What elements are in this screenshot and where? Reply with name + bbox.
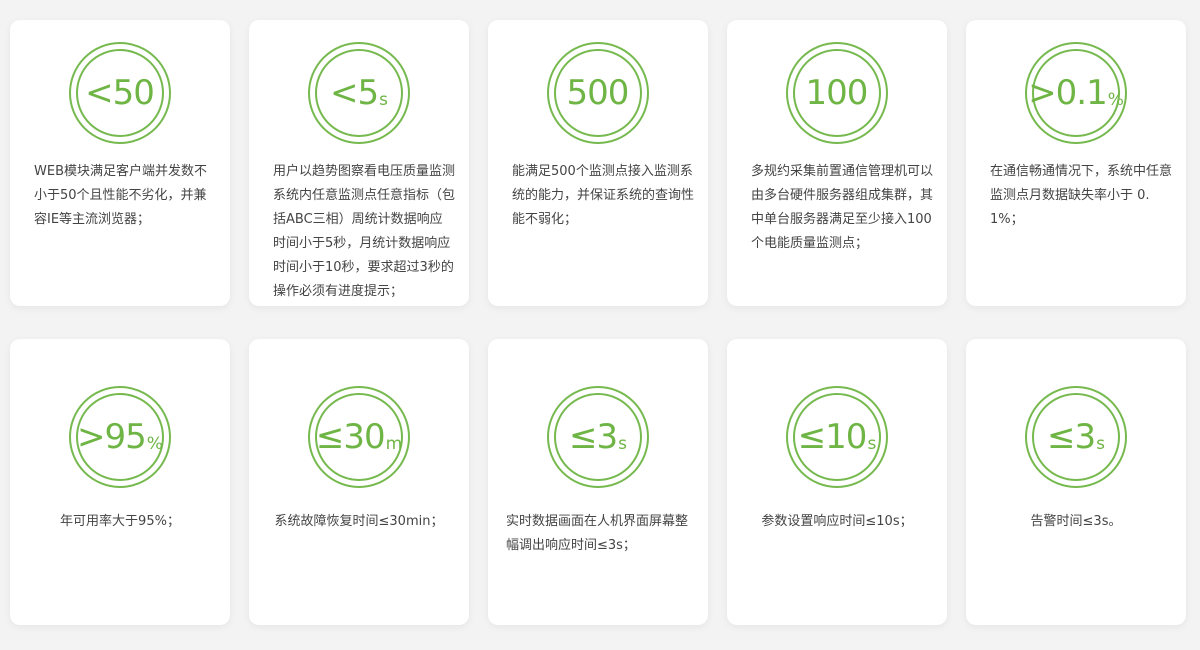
- metric-ring: ≤30 m: [308, 386, 410, 488]
- metric-card-monitoring-points: 500 能满足500个监测点接入监测系统的能力，并保证系统的查询性能不弱化；: [488, 20, 708, 306]
- metric-value: >0.1%: [1027, 44, 1125, 142]
- metric-description: 系统故障恢复时间≤30min；: [274, 514, 444, 529]
- metric-ring: ≤3 s: [547, 386, 649, 488]
- metric-card-trend-response: <5 s 用户以趋势图察看电压质量监测系统内任意监测点任意指标（包括ABC三相）周…: [249, 20, 469, 306]
- metric-card-param-response: ≤10 s 参数设置响应时间≤10s；: [727, 339, 947, 625]
- metric-ring: <5 s: [308, 42, 410, 144]
- metric-card-alarm-time: ≤3 s 告警时间≤3s。: [966, 339, 1186, 625]
- metric-ring: >0.1%: [1025, 42, 1127, 144]
- metric-card-screen-response: ≤3 s 实时数据画面在人机界面屏幕整幅调出响应时间≤3s；: [488, 339, 708, 625]
- metric-value: ≤3 s: [1027, 388, 1125, 486]
- metric-ring: <50: [69, 42, 171, 144]
- metric-value: ≤30 m: [310, 388, 408, 486]
- metric-description: 实时数据画面在人机界面屏幕整幅调出响应时间≤3s；: [506, 514, 689, 553]
- metric-ring: >95%: [69, 386, 171, 488]
- performance-grid: <50 WEB模块满足客户端并发数不小于50个且性能不劣化，并兼容IE等主流浏览…: [0, 0, 1200, 650]
- metric-unit: %: [146, 434, 163, 454]
- metric-ring: 500: [547, 42, 649, 144]
- metric-unit: s: [1096, 434, 1105, 454]
- metric-number: ≤10: [797, 417, 868, 457]
- metric-number: ≤30: [315, 417, 386, 457]
- metric-value: <50: [71, 44, 169, 142]
- metric-unit: s: [867, 434, 877, 454]
- metric-value: 100: [788, 44, 886, 142]
- metric-ring: ≤3 s: [1025, 386, 1127, 488]
- metric-number: ≤3: [1047, 417, 1096, 457]
- metric-description: 用户以趋势图察看电压质量监测系统内任意监测点任意指标（包括ABC三相）周统计数据…: [273, 164, 456, 299]
- metric-card-data-loss: >0.1% 在通信畅通情况下，系统中任意监测点月数据缺失率小于 0.1%；: [966, 20, 1186, 306]
- metric-card-web-concurrency: <50 WEB模块满足客户端并发数不小于50个且性能不劣化，并兼容IE等主流浏览…: [10, 20, 230, 306]
- metric-number: 100: [805, 73, 869, 113]
- metric-number: >0.1: [1028, 73, 1108, 113]
- metric-number: 500: [566, 73, 630, 113]
- metric-number: <50: [85, 73, 155, 113]
- metric-description: 年可用率大于95%；: [60, 514, 180, 529]
- metric-number: >95: [77, 417, 147, 457]
- metric-value: >95%: [71, 388, 169, 486]
- metric-unit: s: [618, 434, 627, 454]
- metric-description: 多规约采集前置通信管理机可以由多台硬件服务器组成集群，其中单台服务器满足至少接入…: [751, 164, 934, 251]
- metric-card-availability: >95% 年可用率大于95%；: [10, 339, 230, 625]
- metric-description: 参数设置响应时间≤10s；: [761, 514, 913, 529]
- metric-card-cluster-access: 100 多规约采集前置通信管理机可以由多台硬件服务器组成集群，其中单台服务器满足…: [727, 20, 947, 306]
- metric-value: ≤3 s: [549, 388, 647, 486]
- metric-unit: s: [379, 90, 388, 110]
- metric-value: 500: [549, 44, 647, 142]
- metric-unit: m: [385, 434, 403, 454]
- metric-description: 能满足500个监测点接入监测系统的能力，并保证系统的查询性能不弱化；: [512, 164, 695, 227]
- metric-value: <5 s: [310, 44, 408, 142]
- metric-description: 告警时间≤3s。: [1030, 514, 1122, 529]
- metric-number: <5: [330, 73, 379, 113]
- metric-value: ≤10 s: [788, 388, 886, 486]
- metric-ring: ≤10 s: [786, 386, 888, 488]
- metric-description: WEB模块满足客户端并发数不小于50个且性能不劣化，并兼容IE等主流浏览器；: [34, 164, 207, 227]
- metric-description: 在通信畅通情况下，系统中任意监测点月数据缺失率小于 0.1%；: [990, 164, 1173, 227]
- metric-card-recovery-time: ≤30 m 系统故障恢复时间≤30min；: [249, 339, 469, 625]
- metric-ring: 100: [786, 42, 888, 144]
- metric-unit: %: [1107, 90, 1124, 110]
- metric-number: ≤3: [569, 417, 618, 457]
